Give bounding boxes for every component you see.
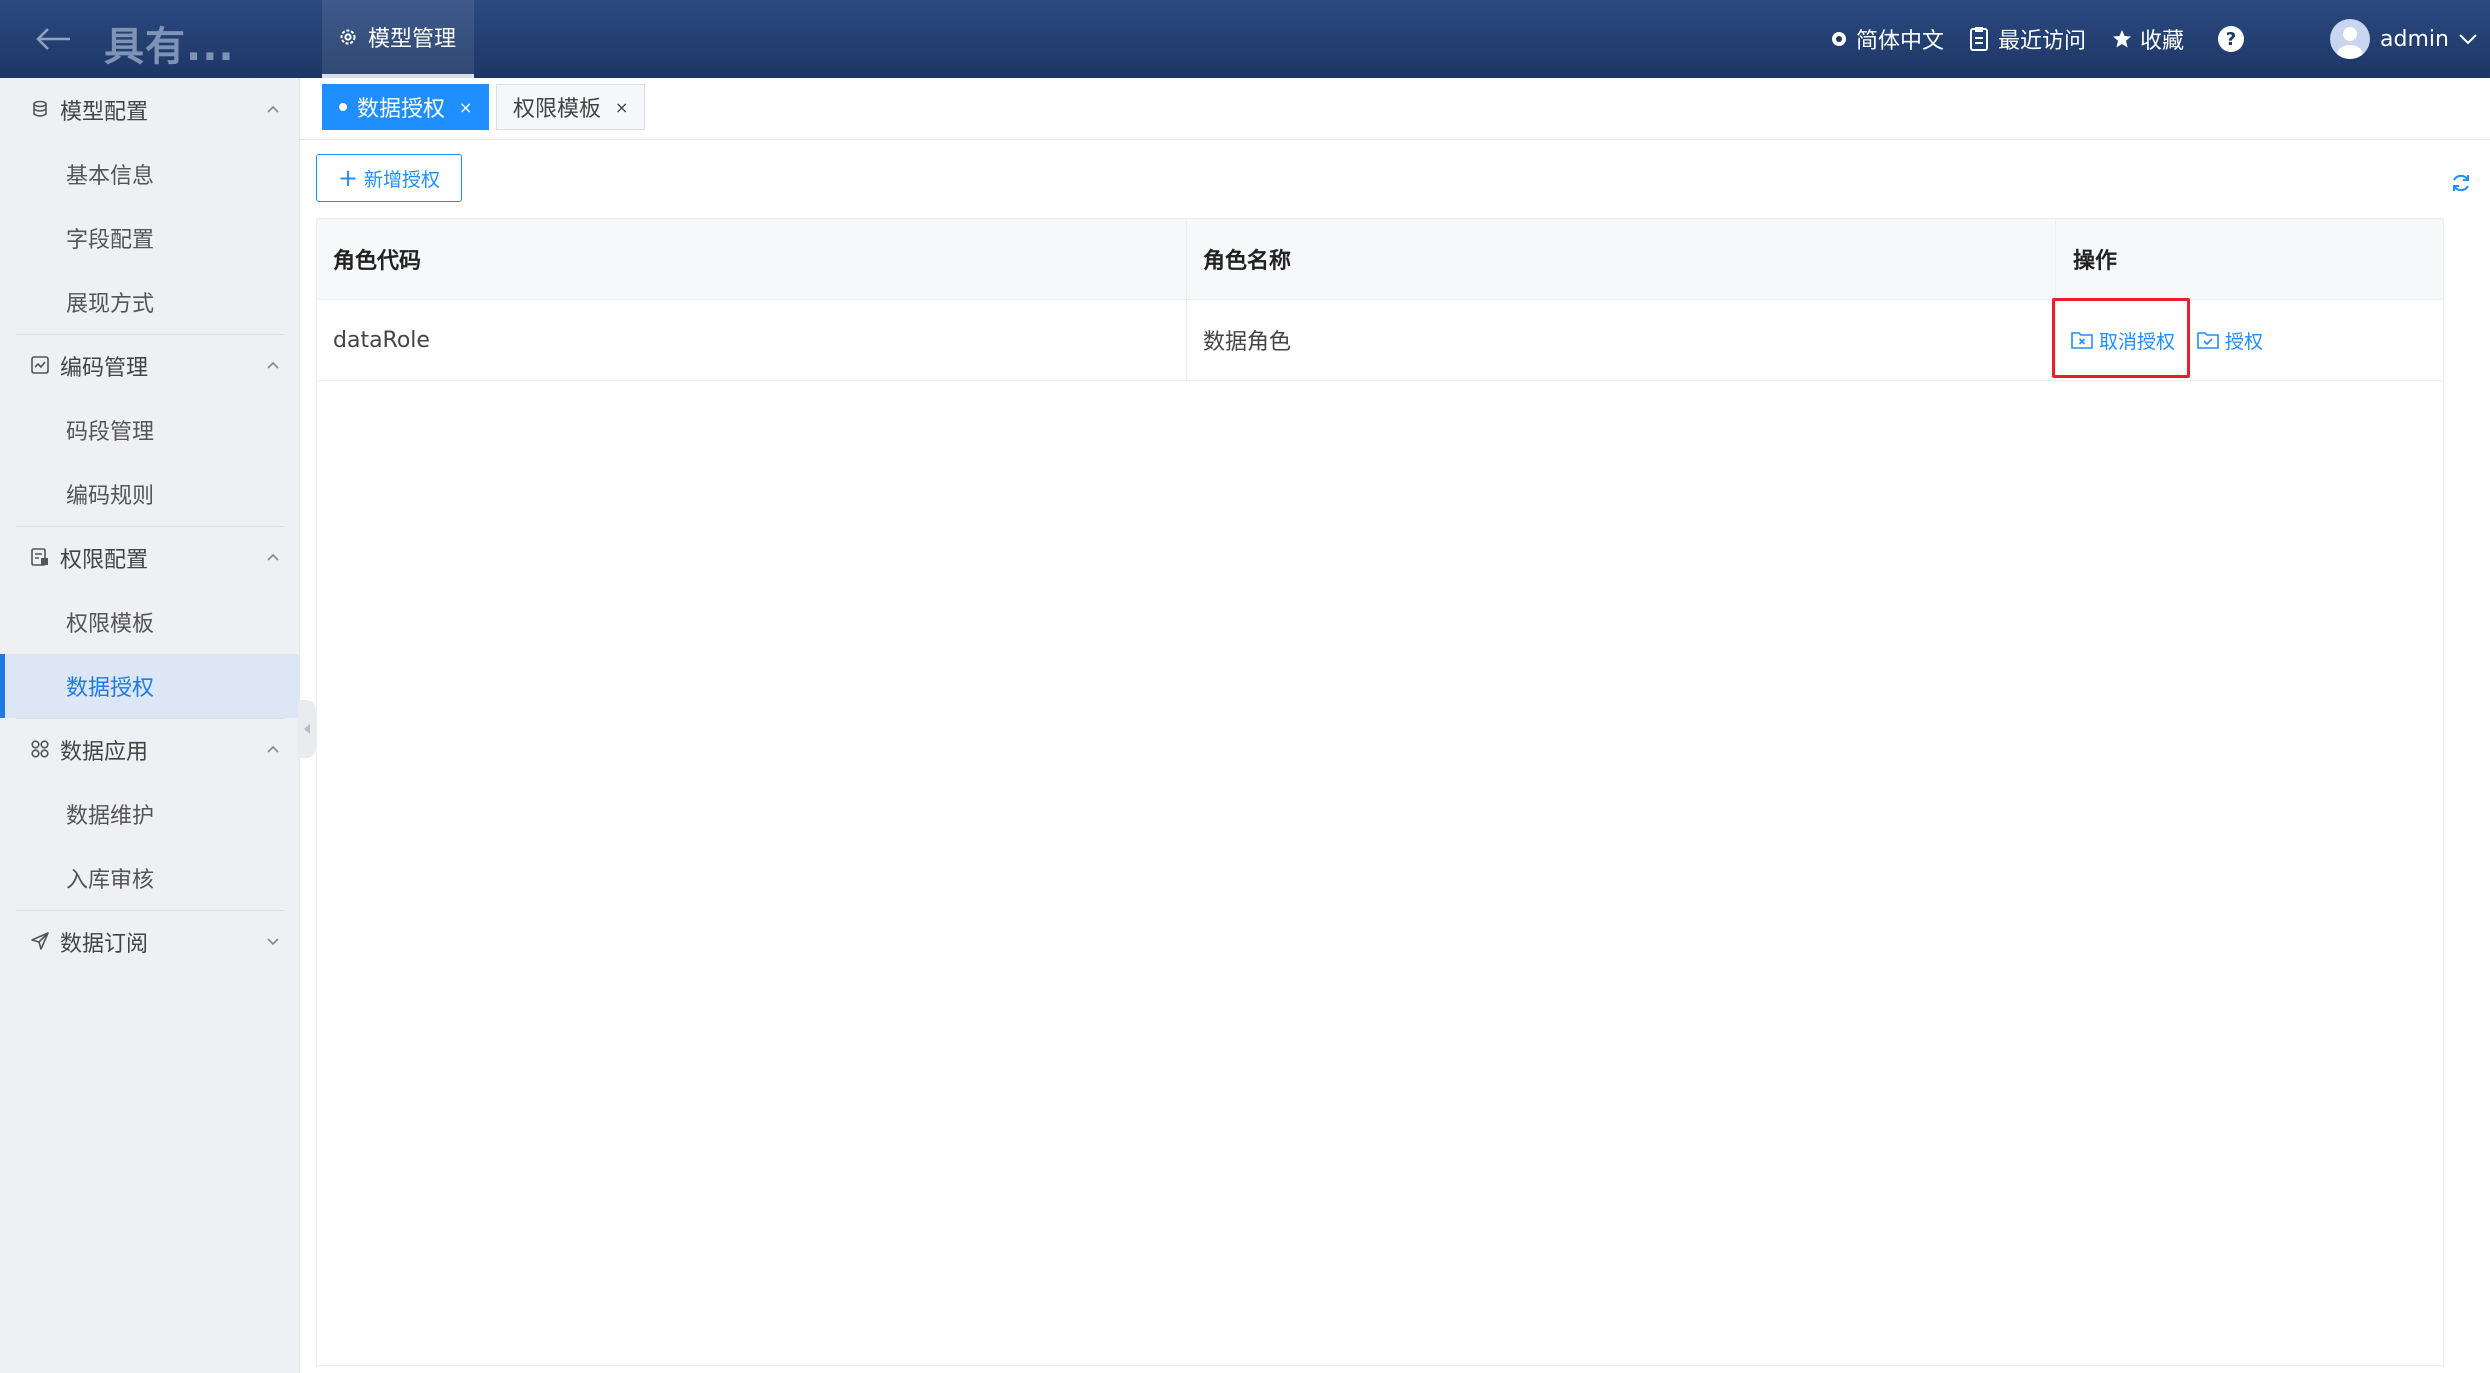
language-label: 简体中文 (1856, 29, 1945, 54)
user-menu[interactable]: admin (2330, 0, 2487, 78)
permission-doc-icon (30, 547, 52, 569)
sidebar-group-code-management[interactable]: 编码管理 (0, 334, 300, 398)
sidebar-group-permission-config[interactable]: 权限配置 (0, 526, 300, 590)
sidebar-item-storage-review[interactable]: 入库审核 (0, 846, 300, 910)
sidebar-collapse-handle[interactable] (298, 700, 316, 758)
chevron-down-icon (267, 938, 279, 946)
refresh-icon[interactable] (2450, 172, 2472, 194)
clipboard-icon (1970, 27, 1988, 51)
revoke-authorization-label: 取消授权 (2099, 330, 2176, 353)
cell-role-name: 数据角色 (1203, 330, 1292, 355)
database-icon (30, 99, 52, 121)
sidebar-group-data-application[interactable]: 数据应用 (0, 718, 300, 782)
tab-permission-template[interactable]: 权限模板 × (496, 84, 646, 130)
sidebar-item-data-authorization[interactable]: 数据授权 (0, 654, 300, 718)
username: admin (2380, 26, 2449, 52)
tab-data-authorization[interactable]: 数据授权 × (322, 84, 490, 130)
folder-check-icon (2197, 332, 2219, 349)
grant-authorization-link[interactable]: 授权 (2197, 300, 2263, 380)
authorization-table: 角色代码 角色名称 操作 dataRole 数据角色 取消授权 授权 (316, 218, 2444, 1366)
cell-role-code: dataRole (333, 327, 430, 353)
sidebar-group-label: 编码管理 (60, 356, 149, 381)
recent-visits[interactable]: 最近访问 (1968, 0, 2086, 78)
send-icon (30, 931, 52, 953)
sidebar-item-segment-management[interactable]: 码段管理 (0, 398, 300, 462)
column-header-actions: 操作 (2073, 249, 2118, 274)
add-authorization-button[interactable]: + 新增授权 (316, 154, 462, 202)
tab-label: 数据授权 (357, 97, 446, 122)
chevron-up-icon (267, 745, 279, 753)
sidebar-group-label: 权限配置 (60, 548, 149, 573)
close-icon[interactable]: × (459, 98, 472, 117)
table-row: dataRole 数据角色 取消授权 授权 (317, 300, 2443, 381)
avatar (2330, 19, 2370, 59)
star-icon (2113, 30, 2131, 48)
sidebar-item-basic-info[interactable]: 基本信息 (0, 142, 300, 206)
gear-icon (340, 29, 356, 45)
grid-icon (30, 739, 52, 761)
column-header-role-code: 角色代码 (333, 249, 422, 274)
language-switch[interactable]: 简体中文 (1830, 0, 1944, 78)
sidebar-item-code-rules[interactable]: 编码规则 (0, 462, 300, 526)
sidebar-item-display-mode[interactable]: 展现方式 (0, 270, 300, 334)
column-header-role-name: 角色名称 (1203, 249, 1292, 274)
code-chart-icon (30, 355, 52, 377)
help-button[interactable]: ? (2218, 0, 2244, 78)
sidebar: 模型配置 基本信息 字段配置 展现方式 编码管理 码段管理 编码规则 权限配置 … (0, 78, 300, 1373)
active-dot (339, 103, 347, 111)
chevron-up-icon (267, 361, 279, 369)
help-icon: ? (2218, 26, 2244, 52)
globe-icon (1832, 32, 1846, 46)
back-arrow-icon[interactable] (30, 22, 74, 56)
top-tab-model-management[interactable]: 模型管理 (322, 0, 474, 78)
folder-remove-icon (2071, 332, 2093, 349)
app-title: 具有... (104, 24, 235, 70)
favorites-label: 收藏 (2140, 29, 2185, 54)
sidebar-item-data-maintenance[interactable]: 数据维护 (0, 782, 300, 846)
sidebar-group-data-subscription[interactable]: 数据订阅 (0, 910, 300, 974)
close-icon[interactable]: × (615, 98, 628, 117)
plus-icon: + (337, 164, 359, 192)
sidebar-item-field-config[interactable]: 字段配置 (0, 206, 300, 270)
chevron-up-icon (267, 105, 279, 113)
sidebar-group-label: 数据订阅 (60, 932, 149, 957)
grant-authorization-label: 授权 (2225, 330, 2264, 353)
tab-label: 权限模板 (513, 97, 602, 122)
table-header: 角色代码 角色名称 操作 (317, 219, 2443, 300)
top-tab-label: 模型管理 (368, 27, 457, 52)
chevron-down-icon (2459, 34, 2477, 45)
caret-left-icon (304, 724, 310, 734)
sidebar-group-label: 模型配置 (60, 100, 149, 125)
revoke-authorization-link[interactable]: 取消授权 (2071, 300, 2175, 380)
sidebar-item-permission-template[interactable]: 权限模板 (0, 590, 300, 654)
recent-label: 最近访问 (1998, 29, 2087, 54)
favorites[interactable]: 收藏 (2112, 0, 2184, 78)
page-tabs-bar: 数据授权 × 权限模板 × (300, 78, 2490, 140)
sidebar-group-label: 数据应用 (60, 740, 149, 765)
add-authorization-label: 新增授权 (364, 168, 441, 191)
sidebar-group-model-config[interactable]: 模型配置 (0, 78, 300, 142)
top-header: 具有... 模型管理 简体中文 最近访问 收藏 ? admin (0, 0, 2490, 78)
chevron-up-icon (267, 553, 279, 561)
